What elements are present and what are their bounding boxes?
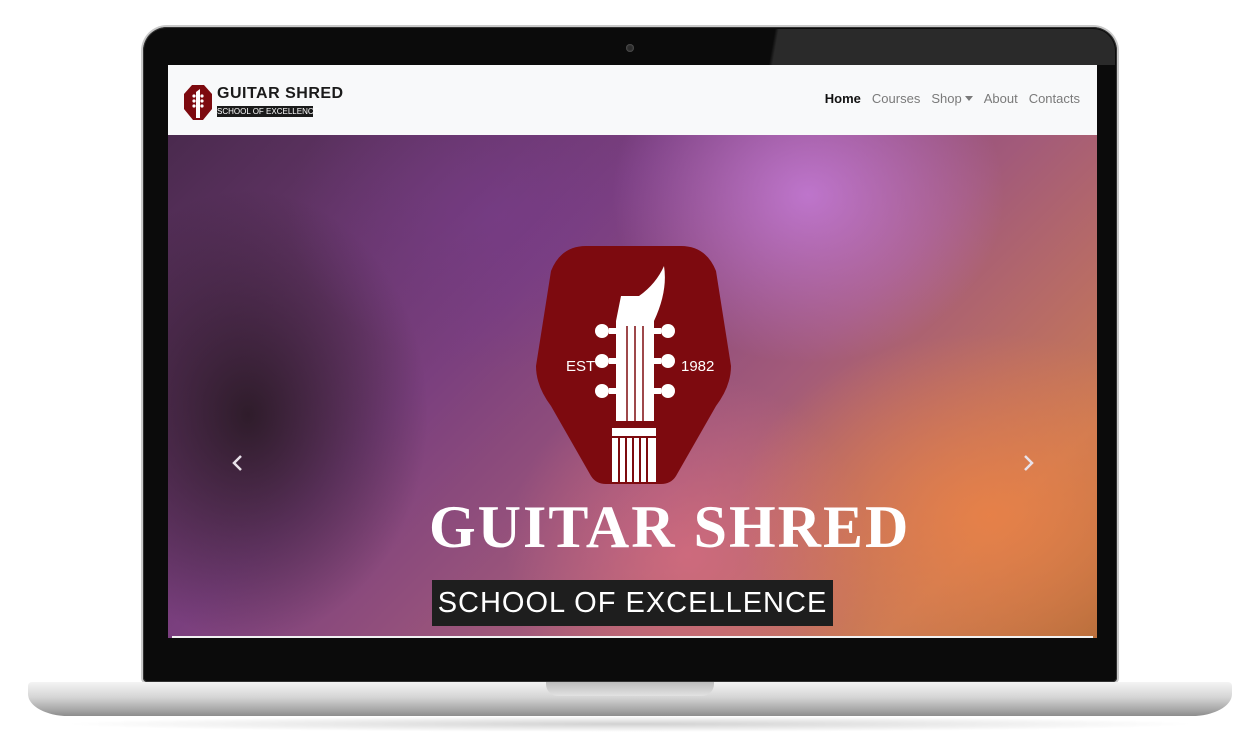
laptop-notch (546, 682, 714, 696)
laptop-shadow (60, 716, 1200, 732)
hero-est-label: EST (566, 358, 595, 375)
main-nav: Home Courses Shop About Contacts (825, 91, 1080, 106)
nav-home[interactable]: Home (825, 91, 861, 106)
chevron-left-icon[interactable] (228, 453, 248, 473)
hero-year-label: 1982 (681, 358, 714, 375)
hero-tagline: SCHOOL OF EXCELLENCE (432, 580, 833, 626)
nav-shop-label: Shop (931, 91, 962, 106)
caret-down-icon (964, 96, 973, 101)
brand-logo-link[interactable]: GUITAR SHRED SCHOOL OF EXCELLENCE (183, 84, 343, 122)
guitar-headstock-logo-icon (184, 85, 212, 120)
laptop-screen: GUITAR SHRED SCHOOL OF EXCELLENCE Home C… (168, 65, 1097, 638)
brand-name: GUITAR SHRED (217, 85, 344, 102)
carousel-bottom-edge (172, 636, 1093, 638)
hero-carousel: EST 1982 GUITAR SHRED SCHOOL OF EXCELLEN… (168, 135, 1097, 638)
nav-courses[interactable]: Courses (872, 91, 920, 106)
navbar: GUITAR SHRED SCHOOL OF EXCELLENCE Home C… (168, 65, 1097, 135)
brand-tagline: SCHOOL OF EXCELLENCE (217, 106, 319, 117)
lid-glare (745, 29, 1115, 65)
chevron-right-icon[interactable] (1018, 453, 1038, 473)
nav-about[interactable]: About (984, 91, 1018, 106)
nav-shop-dropdown[interactable]: Shop (931, 91, 973, 106)
hero-title: GUITAR SHRED (429, 494, 911, 560)
nav-contacts[interactable]: Contacts (1029, 91, 1080, 106)
hero-guitar-headstock-badge: EST 1982 (536, 246, 731, 484)
webcam-icon (626, 44, 634, 52)
